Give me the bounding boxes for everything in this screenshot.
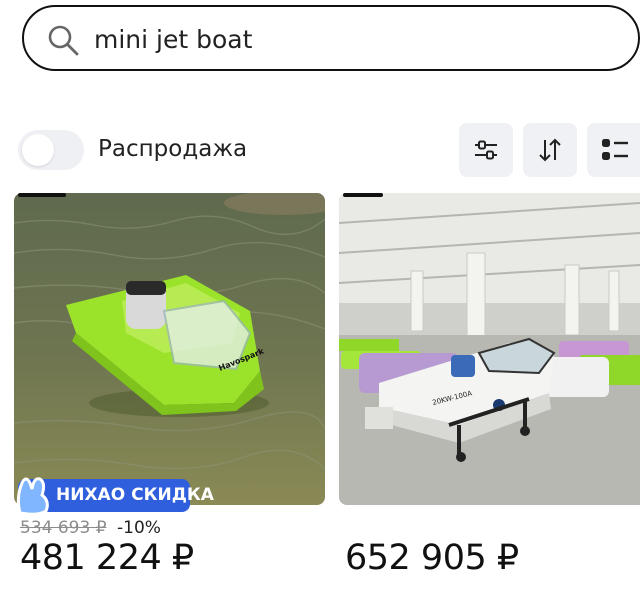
promo-badge: НИХАО СКИДКА (16, 477, 214, 515)
search-icon (48, 25, 79, 56)
sale-toggle[interactable] (18, 130, 84, 170)
product-image-2[interactable]: 20KW-100A (339, 193, 640, 505)
image-progress-1 (18, 193, 66, 197)
discount-label: -10% (117, 518, 161, 538)
sort-button[interactable] (523, 123, 577, 177)
sliders-icon (475, 140, 497, 160)
mascot-icon (16, 477, 49, 515)
boat-on-water-image: Havospark (14, 193, 325, 505)
toggle-knob (22, 134, 54, 166)
view-toggle-button[interactable] (587, 123, 640, 177)
image-progress-2 (343, 193, 383, 197)
filter-button[interactable] (459, 123, 513, 177)
sale-label: Распродажа (98, 136, 248, 162)
boats-warehouse-image: 20KW-100A (339, 193, 640, 505)
product-image-1[interactable]: Havospark (14, 193, 325, 505)
search-input[interactable] (94, 19, 614, 59)
old-price: 534 693 ₽ (20, 518, 107, 538)
sort-arrows-icon (539, 138, 561, 162)
list-view-icon (602, 139, 628, 160)
price-2: 652 905 ₽ (345, 538, 519, 578)
badge-label: НИХАО СКИДКА (56, 485, 214, 505)
price-1: 481 224 ₽ (20, 538, 194, 578)
search-bar[interactable] (22, 5, 640, 71)
